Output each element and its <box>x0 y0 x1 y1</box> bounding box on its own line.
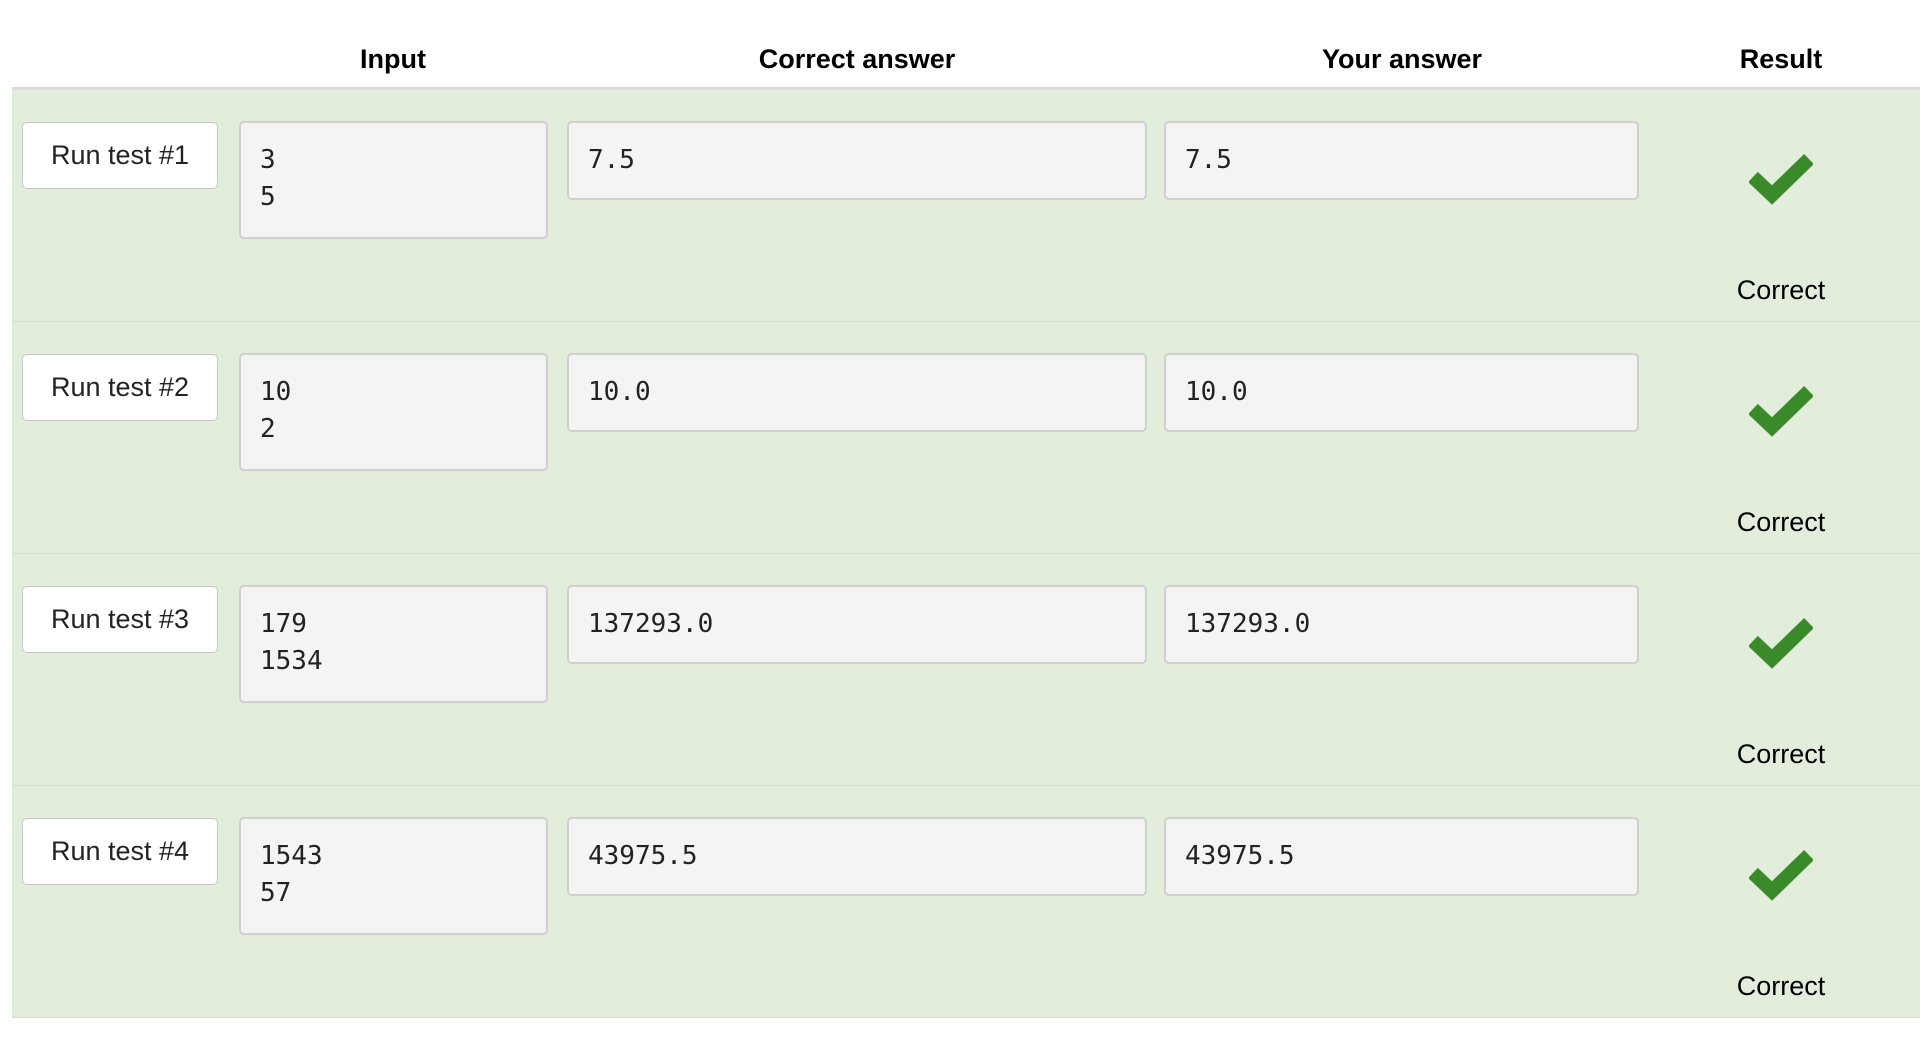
test-row: Run test #3 179 1534 137293.0 137293.0 C… <box>12 554 1920 786</box>
checkmark-icon <box>1749 385 1813 437</box>
correct-answer-box: 7.5 <box>567 121 1147 200</box>
table-header: Input Correct answer Your answer Result <box>12 0 1920 90</box>
test-input-box: 179 1534 <box>239 585 548 703</box>
run-test-button[interactable]: Run test #2 <box>22 354 218 421</box>
header-input: Input <box>360 44 426 74</box>
result-status: Correct <box>1736 275 1826 305</box>
run-test-button[interactable]: Run test #3 <box>22 586 218 653</box>
test-row: Run test #2 10 2 10.0 10.0 Correct <box>12 322 1920 554</box>
checkmark-icon <box>1749 849 1813 901</box>
your-answer-box: 137293.0 <box>1164 585 1639 664</box>
correct-answer-box: 43975.5 <box>567 817 1147 896</box>
your-answer-box: 43975.5 <box>1164 817 1639 896</box>
checkmark-icon <box>1749 153 1813 205</box>
result-status: Correct <box>1736 971 1826 1001</box>
test-row: Run test #1 3 5 7.5 7.5 Correct <box>12 90 1920 322</box>
your-answer-box: 7.5 <box>1164 121 1639 200</box>
checkmark-icon <box>1749 617 1813 669</box>
run-test-button[interactable]: Run test #4 <box>22 818 218 885</box>
test-input-box: 1543 57 <box>239 817 548 935</box>
header-your-answer: Your answer <box>1321 44 1483 74</box>
test-row: Run test #4 1543 57 43975.5 43975.5 Corr… <box>12 786 1920 1018</box>
test-input-box: 3 5 <box>239 121 548 239</box>
run-test-button[interactable]: Run test #1 <box>22 122 218 189</box>
your-answer-box: 10.0 <box>1164 353 1639 432</box>
header-correct-answer: Correct answer <box>758 44 956 74</box>
test-input-box: 10 2 <box>239 353 548 471</box>
correct-answer-box: 137293.0 <box>567 585 1147 664</box>
test-results-table: Input Correct answer Your answer Result … <box>12 0 1920 1018</box>
result-status: Correct <box>1736 507 1826 537</box>
result-status: Correct <box>1736 739 1826 769</box>
correct-answer-box: 10.0 <box>567 353 1147 432</box>
header-result: Result <box>1739 44 1823 74</box>
